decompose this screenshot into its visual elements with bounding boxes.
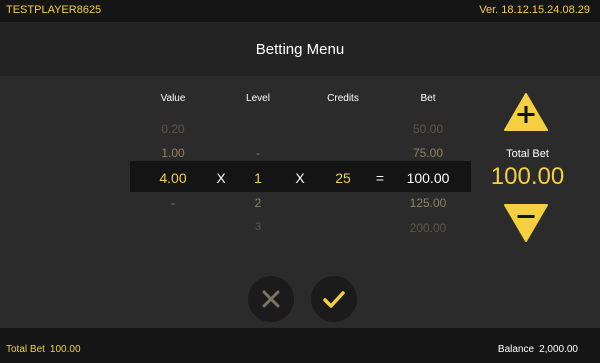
value-option[interactable]: - bbox=[143, 196, 203, 210]
minus-icon bbox=[517, 215, 535, 218]
bet-option[interactable]: 200.00 bbox=[398, 221, 458, 235]
close-icon bbox=[262, 290, 280, 308]
column-header-bet: Bet bbox=[420, 93, 436, 104]
balance-value: 2,000.00 bbox=[539, 344, 578, 355]
level-option[interactable]: 2 bbox=[228, 196, 288, 210]
total-bet-label: Total Bet bbox=[506, 148, 549, 160]
decrease-bet-button[interactable] bbox=[504, 204, 548, 242]
value-option[interactable]: 1.00 bbox=[143, 146, 203, 160]
bet-option[interactable]: 125.00 bbox=[398, 196, 458, 210]
page-title: Betting Menu bbox=[255, 41, 345, 58]
version-label: Ver. 18.12.15.24.08.29 bbox=[479, 4, 590, 16]
checkmark-icon bbox=[323, 291, 345, 308]
column-header-value: Value bbox=[160, 93, 186, 104]
column-header-credits: Credits bbox=[327, 93, 359, 104]
bottom-total-bet: Total Bet 100.00 bbox=[6, 344, 81, 355]
level-option[interactable]: - bbox=[228, 146, 288, 160]
increase-bet-button[interactable] bbox=[504, 93, 548, 131]
header: Betting Menu bbox=[0, 22, 600, 76]
balance-label: Balance bbox=[497, 344, 535, 355]
player-name: TESTPLAYER8625 bbox=[6, 4, 102, 16]
bottom-bar: Total Bet 100.00 Balance 2,000.00 bbox=[0, 328, 600, 363]
bottom-total-bet-label: Total Bet bbox=[6, 344, 45, 355]
column-header-level: Level bbox=[246, 93, 270, 104]
top-bar: TESTPLAYER8625 Ver. 18.12.15.24.08.29 bbox=[0, 0, 600, 22]
balance: Balance 2,000.00 bbox=[498, 344, 578, 355]
bottom-total-bet-value: 100.00 bbox=[49, 344, 81, 355]
bet-option[interactable]: 75.00 bbox=[398, 146, 458, 160]
level-option[interactable]: 3 bbox=[228, 221, 288, 233]
selected-bet: 100.00 bbox=[406, 170, 450, 186]
cancel-button[interactable] bbox=[248, 276, 294, 322]
confirm-button[interactable] bbox=[311, 276, 357, 322]
total-bet-value: 100.00 bbox=[490, 163, 565, 190]
value-option[interactable]: 0.20 bbox=[143, 122, 203, 136]
bet-option[interactable]: 50.00 bbox=[398, 122, 458, 136]
